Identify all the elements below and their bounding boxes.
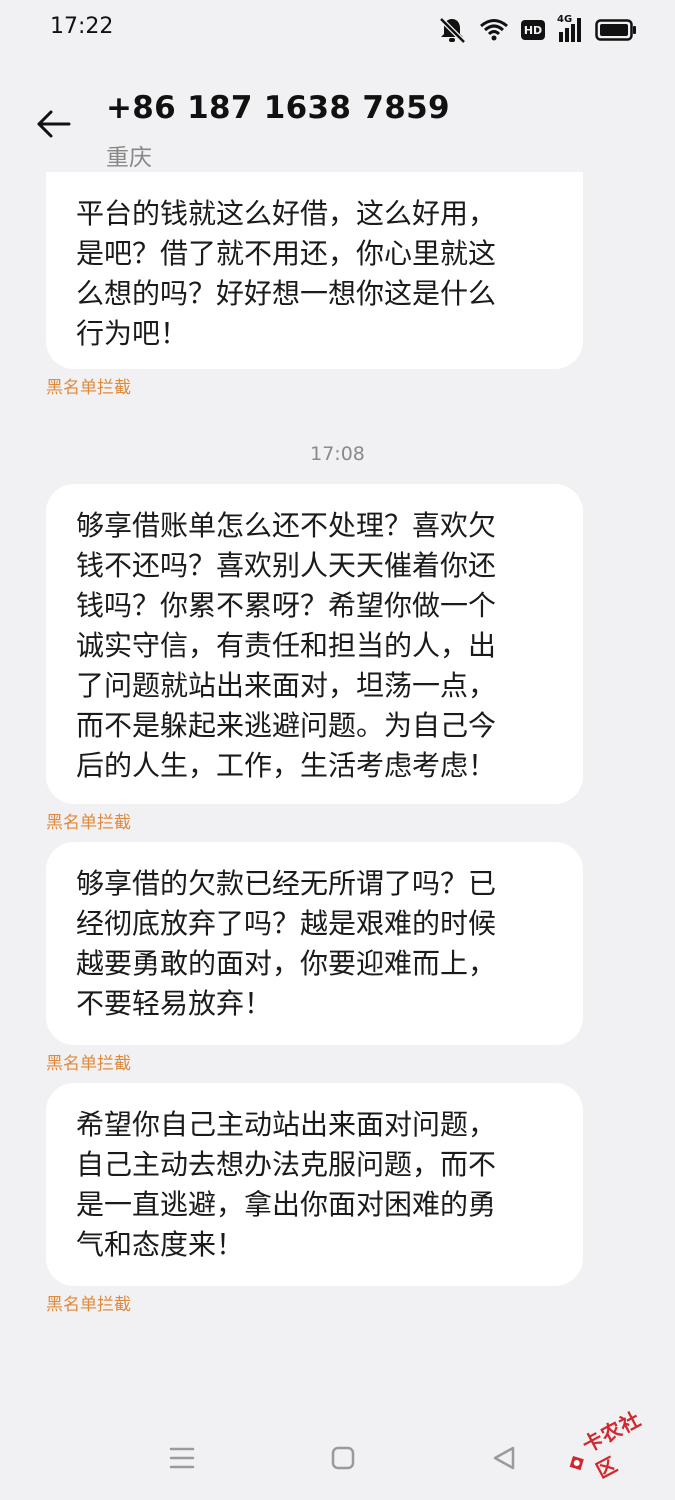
menu-button[interactable] bbox=[160, 1438, 204, 1482]
battery-icon bbox=[595, 19, 637, 41]
message-bubble[interactable]: 希望你自己主动站出来面对问题， 自己主动去想办法克服问题，而不 是一直逃避，拿出… bbox=[46, 1083, 583, 1286]
arrow-left-icon bbox=[36, 109, 72, 143]
message-timestamp: 17:08 bbox=[310, 443, 365, 465]
blocked-tag: 黑名单拦截 bbox=[46, 1295, 131, 1315]
message-text: 够享借的欠款已经无所谓了吗？已 经彻底放弃了吗？越是艰难的时候 越要勇敢的面对，… bbox=[76, 867, 497, 1020]
contact-number[interactable]: +86 187 1638 7859 bbox=[106, 90, 450, 126]
sms-conversation-screen: 平台的钱就这么好借，这么好用， 是吧？借了就不用还，你心里就这 么想的吗？好好想… bbox=[0, 0, 675, 1500]
wifi-icon bbox=[479, 18, 509, 42]
hd-icon: HD bbox=[521, 20, 545, 40]
message-text: 平台的钱就这么好借，这么好用， 是吧？借了就不用还，你心里就这 么想的吗？好好想… bbox=[76, 197, 497, 350]
back-button[interactable] bbox=[30, 102, 78, 150]
message-text: 希望你自己主动站出来面对问题， 自己主动去想办法克服问题，而不 是一直逃避，拿出… bbox=[76, 1108, 497, 1261]
home-icon bbox=[329, 1444, 357, 1476]
message-list[interactable]: 平台的钱就这么好借，这么好用， 是吧？借了就不用还，你心里就这 么想的吗？好好想… bbox=[0, 0, 675, 1420]
hd-label: HD bbox=[523, 23, 543, 37]
blocked-tag: 黑名单拦截 bbox=[46, 813, 131, 833]
back-nav-button[interactable] bbox=[482, 1438, 526, 1482]
message-text: 够享借账单怎么还不处理？喜欢欠 钱不还吗？喜欢别人天天催着你还 钱吗？你累不累呀… bbox=[76, 509, 497, 782]
message-bubble[interactable]: 平台的钱就这么好借，这么好用， 是吧？借了就不用还，你心里就这 么想的吗？好好想… bbox=[46, 172, 583, 369]
message-bubble[interactable]: 够享借账单怎么还不处理？喜欢欠 钱不还吗？喜欢别人天天催着你还 钱吗？你累不累呀… bbox=[46, 484, 583, 804]
contact-location: 重庆 bbox=[106, 145, 152, 171]
mute-icon bbox=[437, 16, 467, 44]
status-icons: HD 4G bbox=[437, 14, 637, 46]
blocked-tag: 黑名单拦截 bbox=[46, 1054, 131, 1074]
status-bar: 17:22 HD 4G bbox=[0, 0, 675, 60]
status-time: 17:22 bbox=[50, 14, 114, 39]
home-button[interactable] bbox=[321, 1438, 365, 1482]
signal-4g-icon: 4G bbox=[557, 14, 583, 44]
conversation-header: +86 187 1638 7859 重庆 bbox=[0, 80, 675, 175]
blocked-tag: 黑名单拦截 bbox=[46, 378, 131, 398]
back-triangle-icon bbox=[490, 1444, 518, 1476]
menu-icon bbox=[168, 1445, 196, 1475]
message-bubble[interactable]: 够享借的欠款已经无所谓了吗？已 经彻底放弃了吗？越是艰难的时候 越要勇敢的面对，… bbox=[46, 842, 583, 1045]
